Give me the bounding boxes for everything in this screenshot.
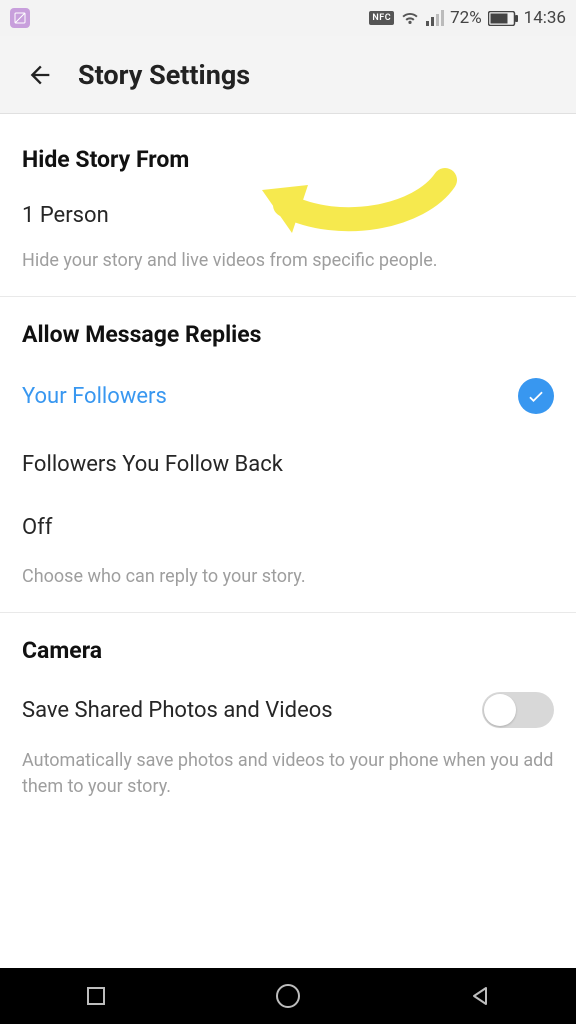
camera-desc: Automatically save photos and videos to …	[22, 748, 554, 800]
content-scroll[interactable]: Hide Story From 1 Person Hide your story…	[0, 114, 576, 968]
camera-section: Camera Save Shared Photos and Videos Aut…	[0, 613, 576, 822]
option-label: Followers You Follow Back	[22, 452, 283, 477]
nav-home-button[interactable]	[260, 968, 316, 1024]
circle-icon	[274, 982, 302, 1010]
page-title: Story Settings	[78, 59, 250, 91]
reply-option-off[interactable]: Off	[22, 515, 554, 540]
battery-percent: 72%	[450, 8, 482, 28]
square-icon	[84, 984, 108, 1008]
save-shared-label: Save Shared Photos and Videos	[22, 698, 333, 723]
nav-recent-button[interactable]	[68, 968, 124, 1024]
clock-text: 14:36	[524, 8, 566, 28]
replies-title: Allow Message Replies	[22, 321, 554, 348]
selected-check-icon	[518, 378, 554, 414]
statusbar: NFC 72% 14:36	[0, 0, 576, 36]
triangle-back-icon	[468, 984, 492, 1008]
option-label: Your Followers	[22, 384, 167, 409]
save-shared-toggle[interactable]	[482, 692, 554, 728]
camera-title: Camera	[22, 637, 554, 664]
appbar: Story Settings	[0, 36, 576, 114]
notification-app-icon	[10, 8, 30, 28]
signal-icon	[426, 10, 444, 26]
hide-story-section[interactable]: Hide Story From 1 Person Hide your story…	[0, 114, 576, 297]
battery-icon	[488, 11, 518, 26]
android-navbar	[0, 968, 576, 1024]
hide-story-desc: Hide your story and live videos from spe…	[22, 248, 554, 274]
hide-story-value: 1 Person	[22, 203, 554, 228]
replies-desc: Choose who can reply to your story.	[22, 564, 554, 590]
message-replies-section: Allow Message Replies Your Followers Fol…	[0, 297, 576, 613]
reply-option-followers-follow-back[interactable]: Followers You Follow Back	[22, 452, 554, 477]
back-arrow-icon	[26, 61, 54, 89]
nfc-icon: NFC	[369, 11, 394, 25]
hide-story-title: Hide Story From	[22, 146, 554, 173]
wifi-icon	[400, 10, 420, 26]
nav-back-button[interactable]	[452, 968, 508, 1024]
option-label: Off	[22, 515, 52, 540]
back-button[interactable]	[20, 55, 60, 95]
toggle-knob	[484, 694, 516, 726]
reply-option-your-followers[interactable]: Your Followers	[22, 378, 554, 414]
